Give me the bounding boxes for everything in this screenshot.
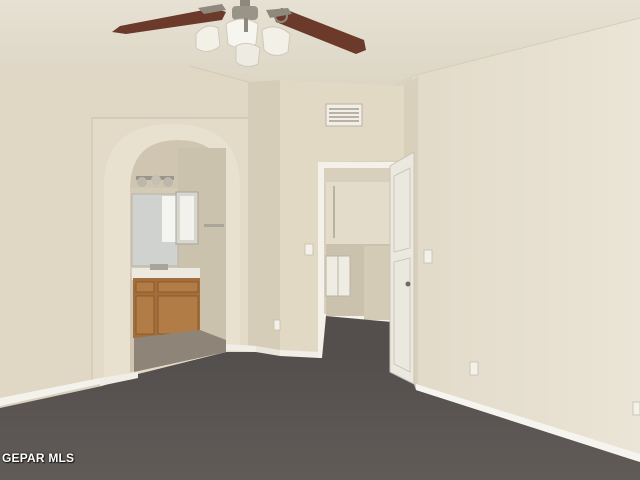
fan-light-globe (235, 42, 261, 68)
center-column (248, 80, 280, 354)
light-switch (304, 243, 314, 256)
fan-light-globe (261, 26, 291, 56)
vanity-cabinet (133, 278, 200, 338)
mls-watermark: GEPAR MLS (2, 451, 75, 465)
fan-light-globe (195, 25, 221, 52)
wall-switch-right (423, 249, 433, 264)
outlet-right (469, 361, 479, 376)
room-scene (0, 0, 640, 480)
air-vent (325, 103, 363, 127)
right-wall (412, 18, 640, 456)
room-photo: GEPAR MLS (0, 0, 640, 480)
outlet-center (273, 319, 281, 331)
open-door (389, 151, 415, 385)
outlet-edge (632, 401, 640, 416)
